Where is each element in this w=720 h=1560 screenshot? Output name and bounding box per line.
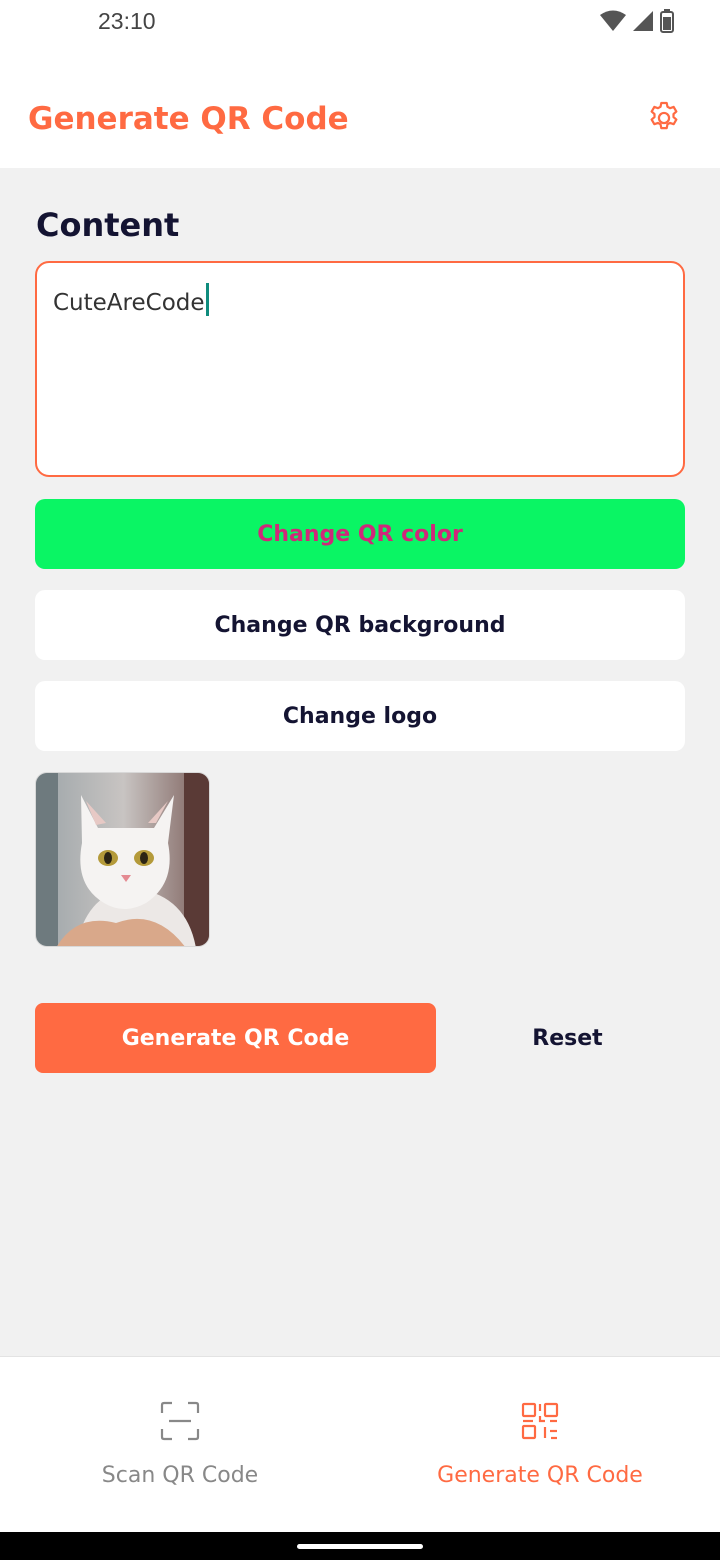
scan-icon — [160, 1401, 200, 1441]
nav-item-generate[interactable]: Generate QR Code — [360, 1357, 720, 1533]
system-nav-bar — [0, 1532, 720, 1560]
content-label: Content — [36, 206, 180, 244]
change-logo-button[interactable]: Change logo — [35, 681, 685, 751]
settings-button[interactable] — [644, 98, 684, 138]
nav-label-scan: Scan QR Code — [101, 1463, 259, 1488]
content-input[interactable]: CuteAreCode — [35, 261, 685, 477]
qr-code-icon — [521, 1402, 559, 1440]
nav-item-scan[interactable]: Scan QR Code — [0, 1357, 360, 1533]
logo-preview — [35, 772, 210, 947]
generate-qr-button[interactable]: Generate QR Code — [35, 1003, 436, 1073]
wifi-icon — [600, 10, 626, 31]
cell-signal-icon — [633, 11, 653, 31]
reset-button[interactable]: Reset — [470, 1003, 665, 1073]
nav-label-generate: Generate QR Code — [437, 1463, 643, 1488]
content-value: CuteAreCode — [53, 290, 205, 316]
change-qr-background-button[interactable]: Change QR background — [35, 590, 685, 660]
content-text: CuteAreCode — [53, 283, 209, 316]
text-caret — [205, 283, 209, 316]
battery-icon — [660, 9, 674, 33]
status-icons — [600, 8, 674, 34]
status-bar: 23:10 — [0, 0, 720, 44]
bottom-nav: Scan QR Code Generate QR Code — [0, 1356, 720, 1533]
status-time: 23:10 — [98, 8, 156, 34]
cat-photo — [36, 773, 209, 946]
change-qr-color-button[interactable]: Change QR color — [35, 499, 685, 569]
page-title: Generate QR Code — [28, 101, 349, 137]
home-indicator[interactable] — [297, 1544, 423, 1549]
gear-icon — [650, 101, 678, 130]
app-header: Generate QR Code — [0, 44, 720, 168]
